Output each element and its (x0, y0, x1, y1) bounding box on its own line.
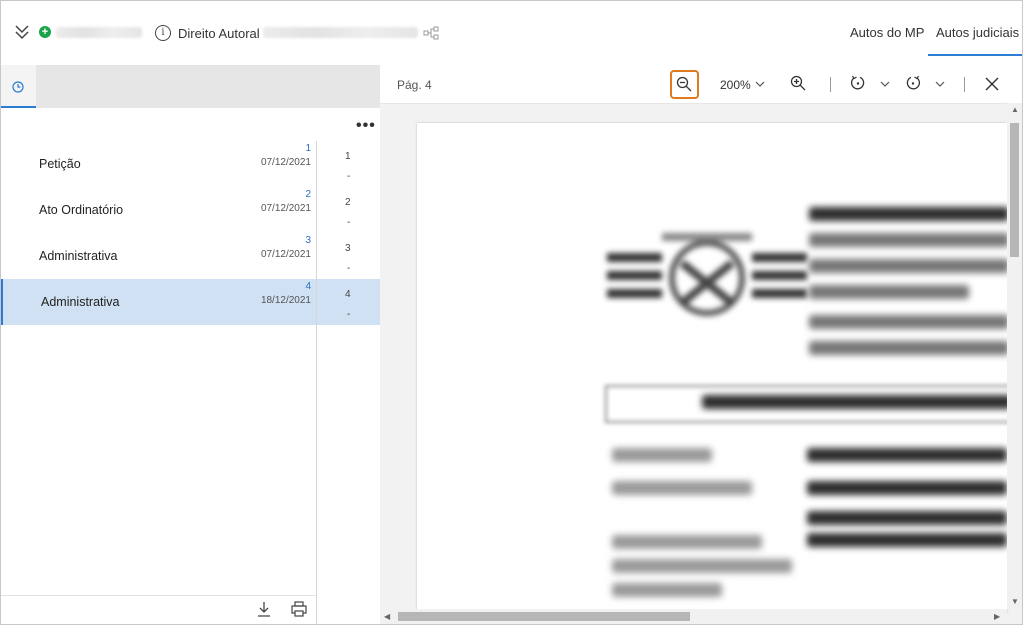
documents-panel: ••• Petição 1 07/12/2021 Ato Ordinatório… (1, 65, 380, 624)
rotate-right-icon[interactable] (905, 75, 921, 91)
document-viewer: Pág. 4 200% ▲ ▼ ◀ ▶ (380, 65, 1022, 624)
page-number-column: 1 - 2 - 3 - 4 - (317, 141, 380, 325)
clock-icon (12, 81, 24, 93)
add-circle-icon[interactable]: + (39, 26, 51, 38)
tab-autos-do-mp[interactable]: Autos do MP (850, 25, 924, 40)
active-tab-indicator (928, 54, 1022, 56)
document-date: 07/12/2021 (260, 157, 311, 168)
print-icon[interactable] (291, 601, 307, 617)
page-item-selected[interactable]: 4 - (317, 279, 380, 325)
redacted-text-line (809, 285, 969, 299)
page-item[interactable]: 3 - (317, 233, 380, 279)
redacted-process-number (56, 27, 142, 38)
page-number: 3 (345, 243, 351, 254)
court-emblem-image (607, 233, 807, 316)
page-item[interactable]: 2 - (317, 187, 380, 233)
zoom-out-icon (676, 76, 692, 92)
scroll-up-arrow[interactable]: ▲ (1011, 105, 1019, 114)
page-separator: - (347, 217, 351, 228)
redacted-text-line (612, 448, 712, 462)
redacted-text-line (807, 448, 1007, 462)
rotate-left-icon[interactable] (850, 75, 866, 91)
zoom-out-button[interactable] (670, 70, 699, 99)
info-icon[interactable]: i (155, 25, 171, 41)
vertical-scrollbar[interactable]: ▲ ▼ (1007, 103, 1022, 609)
toolbar-separator (964, 77, 965, 92)
vertical-scroll-thumb[interactable] (1010, 123, 1019, 257)
redacted-title-text (263, 27, 418, 38)
page-number: 2 (345, 197, 351, 208)
redacted-text-line (809, 259, 1007, 273)
horizontal-scroll-thumb[interactable] (398, 612, 690, 621)
scroll-right-arrow[interactable]: ▶ (994, 612, 1000, 621)
page-separator: - (347, 171, 351, 182)
redacted-text-line (809, 341, 1007, 355)
app-window: + i Direito Autoral Autos do MP Autos ju… (0, 0, 1023, 625)
panel-footer (1, 595, 316, 624)
redacted-text-line (612, 559, 792, 573)
redacted-text-line (809, 315, 1007, 329)
page-separator: - (347, 309, 351, 320)
zoom-level-select[interactable]: 200% (720, 78, 751, 92)
redacted-text-line (612, 583, 722, 597)
header-bar: + i Direito Autoral Autos do MP Autos ju… (1, 1, 1022, 65)
hierarchy-icon[interactable] (423, 26, 439, 40)
double-chevron-down-icon[interactable] (13, 23, 31, 41)
scroll-down-arrow[interactable]: ▼ (1011, 597, 1019, 606)
scroll-left-arrow[interactable]: ◀ (384, 612, 390, 621)
more-options-button[interactable]: ••• (356, 117, 376, 135)
document-number: 1 (305, 143, 311, 154)
redacted-text-line (807, 481, 1007, 495)
document-date: 07/12/2021 (260, 203, 311, 214)
close-icon[interactable] (985, 77, 999, 91)
page-separator: - (347, 263, 351, 274)
document-name: Petição (39, 157, 81, 171)
document-row-selected[interactable]: Administrativa 4 18/12/2021 (1, 279, 316, 325)
tab-history[interactable] (1, 65, 36, 108)
chevron-down-icon[interactable] (755, 80, 765, 88)
redacted-text-line (612, 535, 762, 549)
document-list: Petição 1 07/12/2021 Ato Ordinatório 2 0… (1, 141, 316, 325)
document-number: 4 (305, 281, 311, 292)
viewer-toolbar: Pág. 4 200% (380, 65, 1022, 104)
redacted-text-line (807, 511, 1007, 525)
panel-tab-bar (1, 65, 380, 108)
redacted-text-line (807, 533, 1007, 547)
document-row[interactable]: Administrativa 3 07/12/2021 (1, 233, 316, 279)
page-item[interactable]: 1 - (317, 141, 380, 187)
page-indicator: Pág. 4 (397, 78, 432, 92)
redacted-text-line (809, 233, 1007, 247)
tab-autos-judiciais[interactable]: Autos judiciais (936, 25, 1019, 40)
document-number: 2 (305, 189, 311, 200)
document-name: Administrativa (41, 295, 120, 309)
zoom-in-icon[interactable] (790, 75, 806, 91)
chevron-down-icon[interactable] (935, 80, 945, 88)
page-number: 4 (345, 289, 351, 300)
redacted-text-line (809, 207, 1007, 221)
document-name: Administrativa (39, 249, 118, 263)
page-number: 1 (345, 151, 351, 162)
document-number: 3 (305, 235, 311, 246)
document-title: Direito Autoral (178, 26, 260, 41)
redacted-text-line (612, 481, 752, 495)
document-name: Ato Ordinatório (39, 203, 124, 217)
document-date: 07/12/2021 (260, 249, 311, 260)
document-row[interactable]: Petição 1 07/12/2021 (1, 141, 316, 187)
toolbar-separator (830, 77, 831, 92)
chevron-down-icon[interactable] (880, 80, 890, 88)
document-date: 18/12/2021 (260, 295, 311, 306)
download-icon[interactable] (257, 601, 271, 617)
redacted-heading-text (702, 395, 1007, 409)
horizontal-scrollbar[interactable]: ◀ ▶ (380, 609, 1007, 624)
document-page (417, 123, 1007, 613)
document-row[interactable]: Ato Ordinatório 2 07/12/2021 (1, 187, 316, 233)
